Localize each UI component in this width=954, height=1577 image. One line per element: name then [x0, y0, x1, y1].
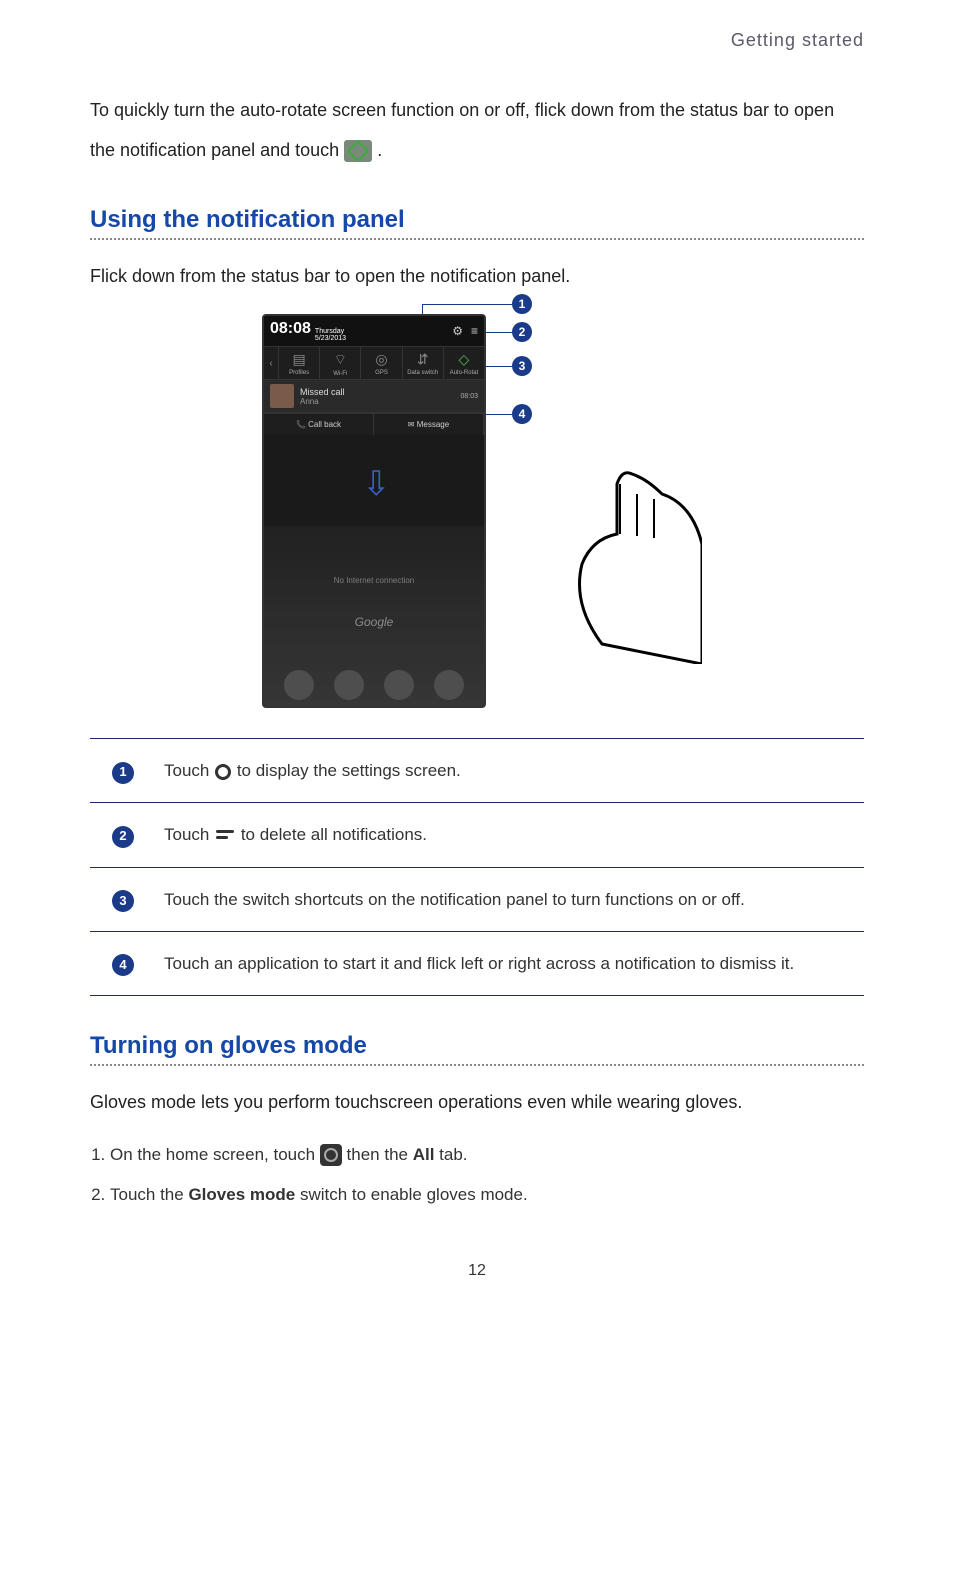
section-heading-notification: Using the notification panel [90, 206, 864, 234]
dock-icon [334, 670, 364, 700]
legend-num-1: 1 [112, 762, 134, 784]
step1-bold: All [413, 1145, 435, 1164]
legend-row-3: 3 Touch the switch shortcuts on the noti… [90, 867, 864, 931]
notification-actions: 📞 Call back ✉ Message [264, 413, 484, 435]
settings-app-icon [320, 1144, 342, 1166]
legend-1-post: to display the settings screen. [237, 761, 461, 780]
callout-line-1 [422, 304, 512, 305]
step1-post: tab. [439, 1145, 467, 1164]
divider [90, 238, 864, 240]
hand-icon [562, 464, 702, 664]
statusbar-day: Thursday [315, 328, 344, 335]
step-2: Touch the Gloves mode switch to enable g… [110, 1178, 864, 1212]
phone-illustration: 1 2 3 4 08:08 Thursday 5/23/2013 ⚙ ≡ [262, 314, 692, 708]
gloves-lead: Gloves mode lets you perform touchscreen… [90, 1084, 864, 1120]
settings-icon: ⚙ [452, 324, 463, 338]
callout-bubble-4: 4 [512, 404, 532, 424]
toggle-autorotate: ◇Auto-Rotat [443, 347, 484, 379]
divider [90, 1064, 864, 1066]
legend-1-pre: Touch [164, 761, 214, 780]
legend-2-pre: Touch [164, 825, 214, 844]
no-internet-text: No Internet connection [264, 576, 484, 585]
google-bar: Google [264, 615, 484, 629]
clear-icon: ≡ [471, 324, 478, 338]
dock-icon [434, 670, 464, 700]
step2-bold: Gloves mode [188, 1185, 295, 1204]
page-number: 12 [90, 1262, 864, 1280]
section1-lead: Flick down from the status bar to open t… [90, 258, 864, 294]
auto-rotate-icon [344, 140, 372, 162]
action-message: ✉ Message [374, 413, 484, 435]
callout-bubble-3: 3 [512, 356, 532, 376]
dock [264, 670, 484, 700]
toggle-gps: ◎GPS [360, 347, 401, 379]
section-heading-gloves: Turning on gloves mode [90, 1032, 864, 1060]
legend-num-3: 3 [112, 890, 134, 912]
action-callback: 📞 Call back [264, 413, 374, 435]
notification-title: Missed call [300, 387, 460, 397]
callout-bubble-1: 1 [512, 294, 532, 314]
chapter-title: Getting started [90, 30, 864, 51]
toggle-profiles: ▤Profiles [278, 347, 319, 379]
step1-pre: On the home screen, touch [110, 1145, 320, 1164]
legend-row-4: 4 Touch an application to start it and f… [90, 931, 864, 995]
step2-post: switch to enable gloves mode. [300, 1185, 528, 1204]
dock-icon [284, 670, 314, 700]
avatar [270, 384, 294, 408]
dimmed-home: No Internet connection Google [264, 526, 484, 706]
legend-num-2: 2 [112, 826, 134, 848]
step2-pre: Touch the [110, 1185, 188, 1204]
legend-4-text: Touch an application to start it and fli… [156, 931, 864, 995]
toggle-wifi: ⌔Wi-Fi [319, 347, 360, 379]
legend-row-2: 2 Touch to delete all notifications. [90, 803, 864, 867]
legend-row-1: 1 Touch to display the settings screen. [90, 739, 864, 803]
toggle-row: ‹ ▤Profiles ⌔Wi-Fi ◎GPS ⇵Data switch ◇Au… [264, 346, 484, 380]
intro-text-part2: . [377, 140, 382, 160]
intro-paragraph: To quickly turn the auto-rotate screen f… [90, 91, 864, 170]
toggle-data: ⇵Data switch [402, 347, 443, 379]
callout-bubble-2: 2 [512, 322, 532, 342]
intro-text-part1: To quickly turn the auto-rotate screen f… [90, 100, 834, 160]
statusbar-date: 5/23/2013 [315, 335, 346, 342]
clear-all-icon [214, 827, 236, 841]
legend-table: 1 Touch to display the settings screen. … [90, 738, 864, 996]
notification-caller: Anna [300, 397, 460, 406]
notification-card: Missed call Anna 08:03 [264, 380, 484, 413]
legend-num-4: 4 [112, 954, 134, 976]
gear-icon [214, 763, 232, 781]
phone-statusbar: 08:08 Thursday 5/23/2013 ⚙ ≡ [264, 316, 484, 346]
notification-time: 08:03 [460, 393, 478, 400]
legend-3-text: Touch the switch shortcuts on the notifi… [156, 867, 864, 931]
statusbar-time: 08:08 [270, 320, 311, 338]
swipe-down-arrow-icon: ⇩ [362, 464, 391, 504]
step-1: On the home screen, touch then the All t… [110, 1138, 864, 1172]
step1-mid: then the [347, 1145, 413, 1164]
legend-2-post: to delete all notifications. [241, 825, 427, 844]
gloves-steps: On the home screen, touch then the All t… [90, 1138, 864, 1212]
phone-frame: 08:08 Thursday 5/23/2013 ⚙ ≡ ‹ ▤Profiles… [262, 314, 486, 708]
dock-icon [384, 670, 414, 700]
toggle-scroll-left-icon: ‹ [264, 347, 278, 379]
